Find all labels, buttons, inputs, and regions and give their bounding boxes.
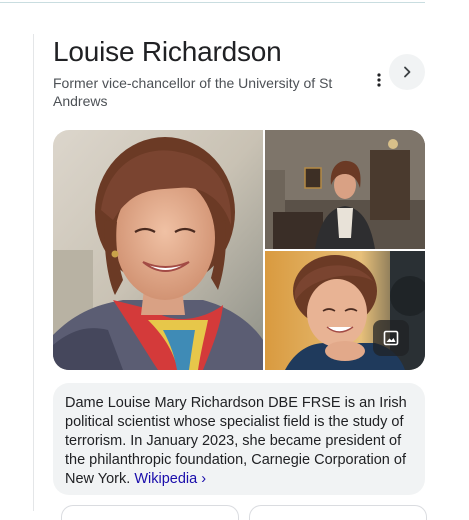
bottom-chip-right[interactable]: [249, 505, 427, 520]
description-body: Dame Louise Mary Richardson DBE FRSE is …: [65, 395, 407, 487]
bottom-chip-left[interactable]: [61, 505, 239, 520]
image-search-button[interactable]: [373, 320, 409, 356]
interior-portrait-image[interactable]: [265, 130, 425, 249]
entity-title: Louise Richardson: [53, 36, 282, 67]
main-portrait-image[interactable]: [53, 130, 263, 370]
three-dot-vertical-icon: [377, 73, 381, 87]
description-text: Dame Louise Mary Richardson DBE FRSE is …: [65, 394, 413, 489]
left-divider: [33, 34, 34, 511]
image-gallery: [53, 130, 425, 370]
more-options-button[interactable]: [370, 70, 388, 90]
image-icon: [383, 330, 399, 346]
chevron-right-icon: [404, 66, 411, 78]
description-card: Dame Louise Mary Richardson DBE FRSE is …: [53, 383, 425, 495]
chevron-right-small-icon: ›: [201, 471, 207, 487]
top-divider: [0, 2, 425, 3]
entity-subtitle: Former vice-chancellor of the University…: [53, 75, 333, 109]
wikipedia-link[interactable]: Wikipedia ›: [134, 471, 206, 487]
wikipedia-link-label: Wikipedia: [134, 471, 198, 487]
next-button[interactable]: [389, 54, 425, 90]
